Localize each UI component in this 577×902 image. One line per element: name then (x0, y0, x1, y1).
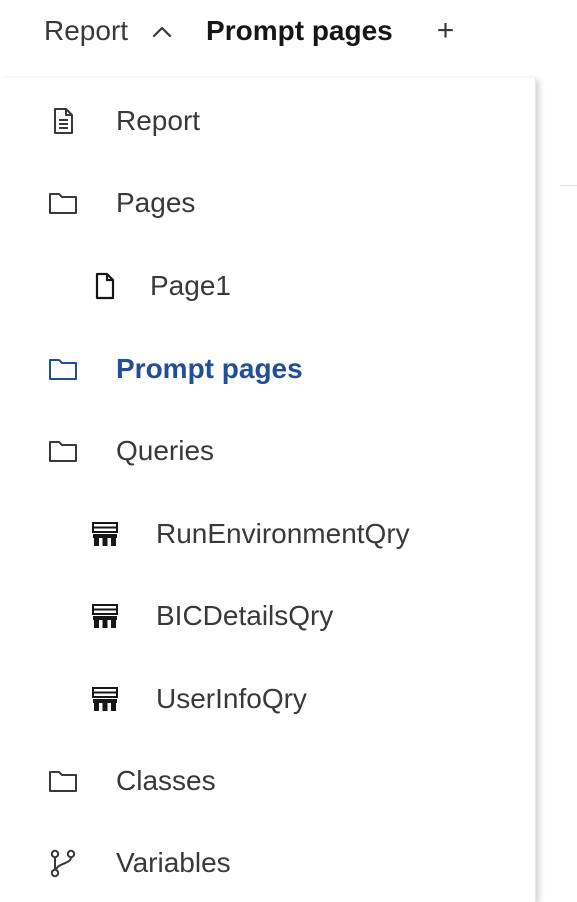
content-divider (560, 185, 577, 186)
table-icon (90, 601, 120, 631)
tree-item-page1[interactable]: Page1 (90, 261, 231, 311)
tree-item-label: Variables (116, 847, 231, 878)
tree-item-label: Classes (116, 765, 216, 796)
content-area (536, 78, 577, 902)
tree-item-pages[interactable]: Pages (48, 178, 195, 228)
tree-item-label: Pages (116, 187, 196, 218)
tree-item-label: Page1 (150, 270, 231, 301)
tree-item-prompt-pages[interactable]: Prompt pages (48, 344, 303, 394)
tree-item-label: Prompt pages (116, 353, 303, 384)
tree-item-variables[interactable]: Variables (48, 838, 231, 888)
tree-item-classes[interactable]: Classes (48, 756, 216, 806)
tree-item-queries[interactable]: Queries (48, 426, 214, 476)
report-navigator: Report Prompt pages + Report Pages Page1… (0, 0, 577, 902)
folder-icon (48, 354, 78, 384)
chevron-up-icon[interactable] (150, 19, 174, 43)
tree-item-query[interactable]: BICDetailsQry (90, 591, 333, 641)
tree-item-label: BICDetailsQry (156, 600, 334, 631)
tree-item-query[interactable]: RunEnvironmentQry (90, 509, 410, 559)
folder-icon (48, 436, 78, 466)
page-icon (90, 271, 120, 301)
folder-icon (48, 188, 78, 218)
tree-item-label: RunEnvironmentQry (156, 518, 410, 549)
tree-item-label: Report (116, 105, 201, 136)
tree-item-report[interactable]: Report (48, 96, 200, 146)
table-icon (90, 519, 120, 549)
table-icon (90, 684, 120, 714)
page-tree-panel: Report Pages Page1 Prompt pages Queries … (0, 78, 536, 902)
tree-item-label: Queries (116, 435, 215, 466)
document-icon (48, 106, 78, 136)
branch-icon (48, 848, 78, 878)
breadcrumb-bar: Report Prompt pages + (0, 0, 577, 62)
folder-icon (48, 766, 78, 796)
tree-item-query[interactable]: UserInfoQry (90, 674, 307, 724)
current-page-title[interactable]: Prompt pages (206, 15, 393, 47)
report-breadcrumb[interactable]: Report (44, 15, 128, 47)
tree-item-label: UserInfoQry (156, 683, 307, 714)
add-page-button[interactable]: + (437, 16, 455, 46)
